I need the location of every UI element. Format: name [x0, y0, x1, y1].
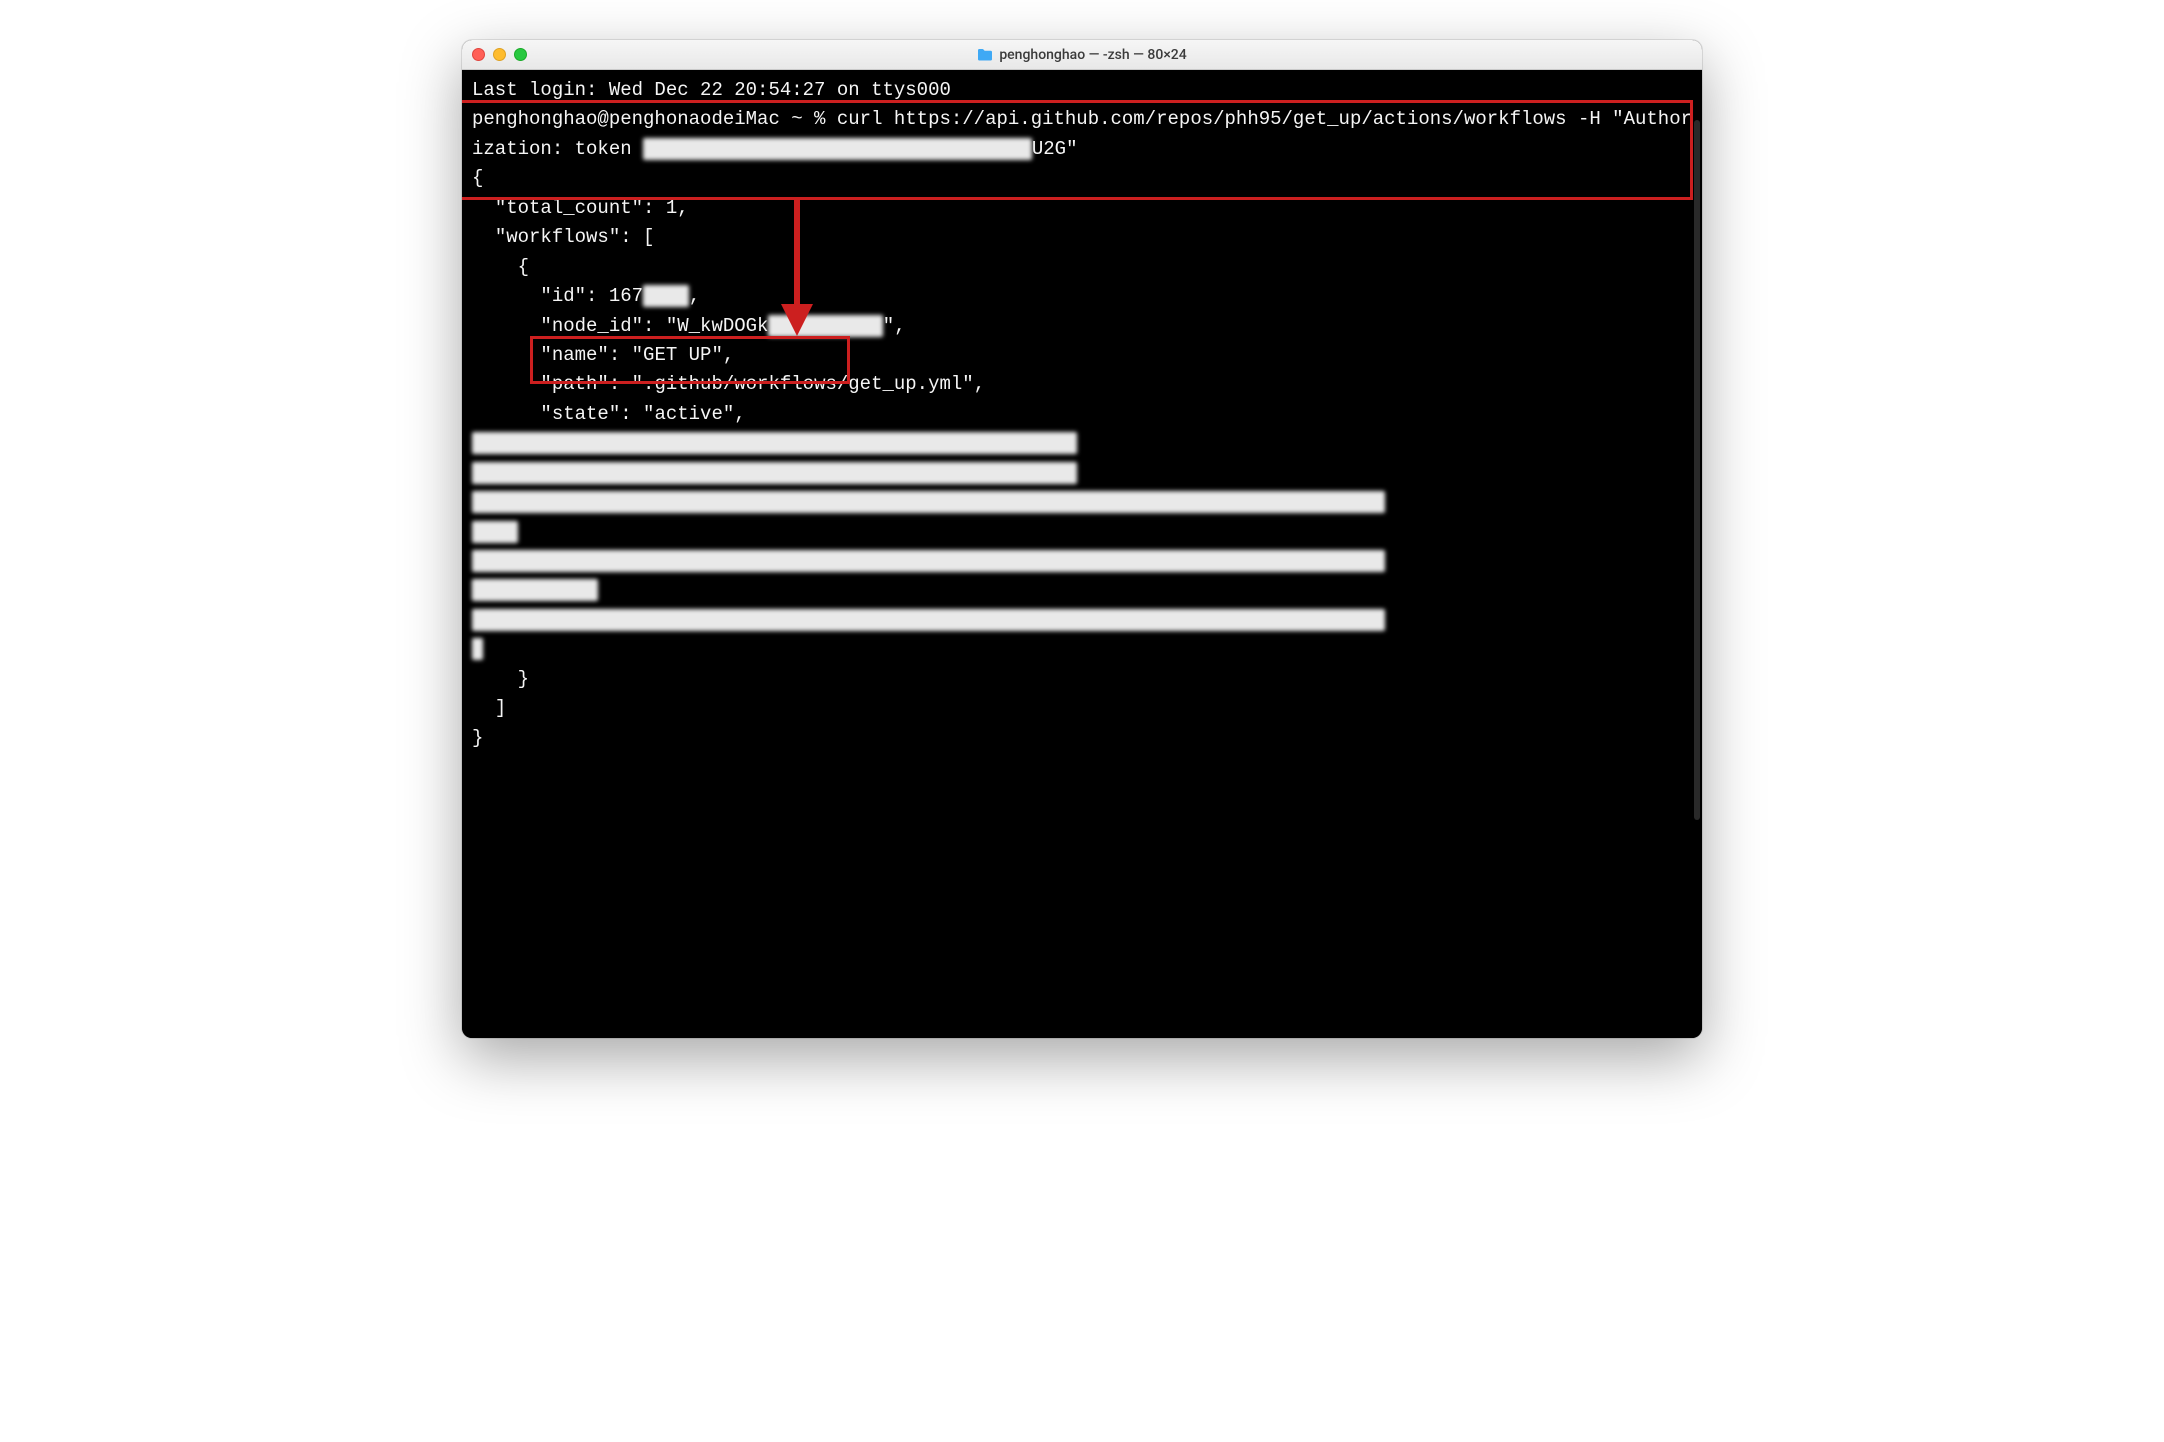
window-title: penghonghao — -zsh — 80×24	[999, 47, 1186, 63]
json-array-close: ]	[472, 697, 506, 719]
redacted-line: "ht▇_url": "h▇t▇▇://▇ith▇b.▇o▇/▇hh9▇/g▇▇…	[472, 550, 1385, 572]
close-icon[interactable]	[472, 48, 485, 61]
json-item-close: }	[472, 668, 529, 690]
redacted-id: ▇▇▇▇	[643, 285, 689, 307]
terminal-body[interactable]: Last login: Wed Dec 22 20:54:27 on ttys0…	[462, 70, 1702, 1038]
redacted-line: ▇t_▇p.▇m▇",	[472, 579, 598, 601]
json-id-visible: 167	[609, 285, 643, 307]
redacted-line: "	[472, 638, 483, 660]
json-state-line: "state": "active",	[472, 403, 746, 425]
json-open-brace: {	[472, 167, 483, 189]
folder-icon	[977, 48, 993, 61]
json-total-count-key: "total_count":	[472, 197, 666, 219]
redacted-token: g▇p_▇▇▇▇▇▇▇▇▇▇▇▇▇▇▇▇▇▇▇▇▇▇▇▇▇▇▇▇▇▇	[643, 138, 1032, 160]
terminal-window: penghonghao — -zsh — 80×24 Last login: W…	[462, 40, 1702, 1038]
json-path-line: "path": ".github/workflows/get_up.yml",	[472, 373, 985, 395]
redacted-node-id: ▇▇▇ ▇▇ ▇▇▇	[768, 315, 882, 337]
json-name-line: "name": "GET UP",	[472, 344, 734, 366]
curl-command-end: U2G"	[1032, 138, 1078, 160]
traffic-lights	[472, 48, 527, 61]
shell-prompt: penghonghao@penghonaodeiMac ~ %	[472, 108, 837, 130]
json-node-id-key: "node_id": "W_kwDOGk	[472, 315, 768, 337]
json-workflows-open: "workflows": [	[472, 226, 654, 248]
zoom-icon[interactable]	[514, 48, 527, 61]
json-close-brace: }	[472, 727, 483, 749]
title-bar[interactable]: penghonghao — -zsh — 80×24	[462, 40, 1702, 70]
json-total-count-val: 1	[666, 197, 677, 219]
redacted-line: "u▇l": "ht▇▇▇://▇pi.git▇u▇.o▇m/r▇po▇/▇h▇…	[472, 491, 1385, 513]
last-login-line: Last login: Wed Dec 22 20:54:27 on ttys0…	[472, 79, 951, 101]
minimize-icon[interactable]	[493, 48, 506, 61]
redacted-line: "badg▇_▇▇▇": "▇ttp▇://g▇▇▇ub.c▇m/ph▇9▇/g…	[472, 609, 1385, 631]
window-title-group: penghonghao — -zsh — 80×24	[462, 47, 1702, 63]
redacted-line: A▇",	[472, 521, 518, 543]
redacted-line: "▇▇▇▇▇▇▇▇_▇▇": "▇▇▇▇-▇▇-▇▇T12:3▇:▇1.▇▇▇▇…	[472, 432, 1077, 454]
scrollbar[interactable]	[1694, 120, 1700, 820]
json-id-key: "id":	[472, 285, 609, 307]
redacted-line: "▇▇▇▇▇▇▇▇_▇▇": "▇▇▇▇-▇▇-▇▇T12:▇▇:▇1.▇▇▇▇…	[472, 462, 1077, 484]
json-item-open: {	[472, 256, 529, 278]
